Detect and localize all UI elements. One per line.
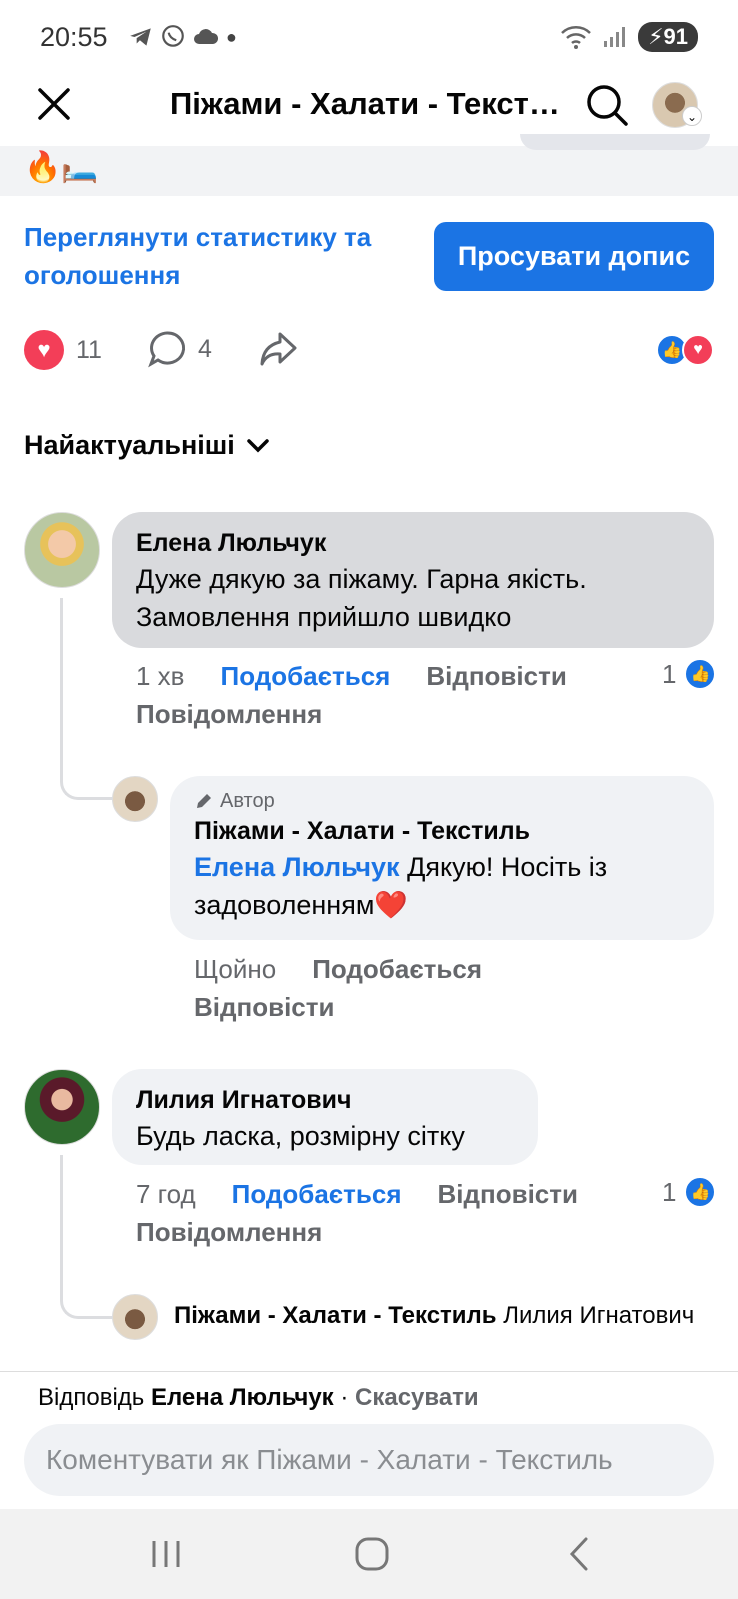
- heart-icon: ♥: [24, 330, 64, 370]
- page-title: Піжами - Халати - Текстиль: [170, 86, 560, 121]
- wifi-icon: [561, 26, 591, 49]
- sort-label: Найактуальніші: [24, 430, 235, 460]
- comment-composer: Відповідь Елена Люльчук · Скасувати: [0, 1371, 738, 1509]
- reply-time: Щойно: [194, 954, 277, 984]
- love-icon: ♥: [682, 334, 714, 366]
- like-count-value: 1: [662, 1176, 677, 1207]
- reply-action[interactable]: Відповісти: [426, 657, 566, 695]
- cloud-icon: [194, 29, 219, 44]
- thread-line: [60, 598, 116, 800]
- replying-prefix: Відповідь: [38, 1384, 145, 1411]
- close-icon[interactable]: [34, 84, 74, 124]
- recent-apps-icon[interactable]: [136, 1531, 196, 1577]
- reaction-summary[interactable]: 👍 ♥: [656, 334, 714, 366]
- reply-author[interactable]: Піжами - Халати - Текстиль: [194, 814, 690, 848]
- telegram-icon: [130, 28, 151, 46]
- mention-link[interactable]: Елена Люльчук: [194, 852, 400, 882]
- comment-like-count[interactable]: 1 👍: [662, 658, 717, 690]
- viber-icon: [162, 25, 184, 47]
- comment-sort-dropdown[interactable]: Найактуальніші: [24, 430, 271, 461]
- pencil-icon: [197, 794, 211, 808]
- back-icon[interactable]: [550, 1531, 610, 1577]
- reactions-count: 11: [76, 335, 102, 364]
- status-time: 20:55: [40, 22, 108, 52]
- reactions-bar: ♥ 11 4 👍 ♥: [0, 330, 738, 374]
- page-avatar[interactable]: [112, 1294, 158, 1340]
- like-action[interactable]: Подобається: [221, 657, 391, 695]
- comment-actions: 1 хв Подобається Відповісти Повідомлення: [136, 657, 656, 733]
- comment-author[interactable]: Лилия Игнатович: [136, 1083, 514, 1117]
- page-avatar[interactable]: [112, 776, 158, 822]
- replying-separator: ·: [333, 1384, 355, 1411]
- reply-action[interactable]: Відповісти: [194, 988, 334, 1026]
- reply-bubble[interactable]: Автор Піжами - Халати - Текстиль Елена Л…: [170, 776, 714, 940]
- post-emoji: 🔥🛏️: [24, 151, 99, 184]
- message-action[interactable]: Повідомлення: [136, 695, 322, 733]
- commenter-avatar[interactable]: [24, 1069, 100, 1145]
- notification-icons: ●: [128, 24, 237, 50]
- comment-text: Будь ласка, розмірну сітку: [136, 1121, 465, 1151]
- search-icon[interactable]: [584, 82, 630, 128]
- reply-actions: Щойно ПодобаєтьсяВідповісти: [194, 950, 594, 1026]
- reply-preview-text: Лилия Игнатович: [496, 1302, 695, 1329]
- comment-text: Дуже дякую за піжаму. Гарна якість. Замо…: [136, 564, 587, 632]
- author-badge-label: Автор: [220, 790, 275, 812]
- reply-preview-author: Піжами - Халати - Текстиль: [174, 1302, 497, 1329]
- share-button[interactable]: [258, 330, 298, 368]
- like-action[interactable]: Подобається: [232, 1175, 402, 1213]
- comment-button[interactable]: 4: [148, 330, 212, 368]
- comment-input[interactable]: [24, 1424, 714, 1496]
- post-content-tail: 🔥🛏️: [0, 134, 738, 196]
- dot-icon: ●: [226, 26, 237, 47]
- system-nav-bar: [0, 1509, 738, 1599]
- message-action[interactable]: Повідомлення: [136, 1213, 322, 1251]
- chevron-down-icon: [247, 438, 269, 452]
- comments-count: 4: [198, 334, 212, 363]
- chevron-down-icon[interactable]: ⌄: [682, 106, 702, 126]
- reply-preview[interactable]: Піжами - Халати - Текстиль Лилия Игнатов…: [174, 1302, 714, 1330]
- reply-text: Елена Люльчук Дякую! Носіть із задоволен…: [194, 848, 690, 924]
- comment-like-count[interactable]: 1 👍: [662, 1176, 717, 1208]
- home-icon[interactable]: [342, 1531, 402, 1577]
- like-icon: 👍: [684, 1176, 717, 1208]
- thread-line: [60, 1155, 116, 1319]
- battery-indicator: ⚡91: [638, 22, 698, 52]
- comment-bubble[interactable]: Елена Люльчук Дуже дякую за піжаму. Гарн…: [112, 512, 714, 648]
- post-tail-bubble: [520, 134, 710, 150]
- cancel-reply-button[interactable]: Скасувати: [355, 1384, 479, 1411]
- view-stats-link[interactable]: Переглянути статистику та оголошення: [24, 218, 404, 294]
- reply-action[interactable]: Відповісти: [438, 1175, 578, 1213]
- signal-icon: [604, 27, 626, 47]
- love-reaction-button[interactable]: ♥ 11: [24, 330, 102, 370]
- system-icons: ⚡91: [560, 22, 698, 52]
- replying-to-name: Елена Люльчук: [150, 1384, 334, 1411]
- comment-time: 1 хв: [136, 661, 185, 691]
- comment-bubble[interactable]: Лилия Игнатович Будь ласка, розмірну сіт…: [112, 1069, 538, 1165]
- comment-icon: [148, 331, 186, 368]
- commenter-avatar[interactable]: [24, 512, 100, 588]
- status-bar: 20:55 ● ⚡91: [0, 0, 738, 80]
- like-action[interactable]: Подобається: [312, 950, 482, 988]
- replying-indicator: Відповідь Елена Люльчук · Скасувати: [38, 1384, 479, 1412]
- comment-time: 7 год: [136, 1179, 196, 1209]
- share-icon: [260, 332, 297, 366]
- like-count-value: 1: [662, 658, 677, 689]
- comment-author[interactable]: Елена Люльчук: [136, 526, 690, 560]
- author-badge: Автор: [194, 788, 690, 814]
- boost-post-button[interactable]: Просувати допис: [434, 222, 714, 291]
- battery-level: 91: [663, 24, 688, 49]
- like-icon: 👍: [684, 658, 717, 690]
- comment-actions: 7 год Подобається Відповісти Повідомлення: [136, 1175, 656, 1251]
